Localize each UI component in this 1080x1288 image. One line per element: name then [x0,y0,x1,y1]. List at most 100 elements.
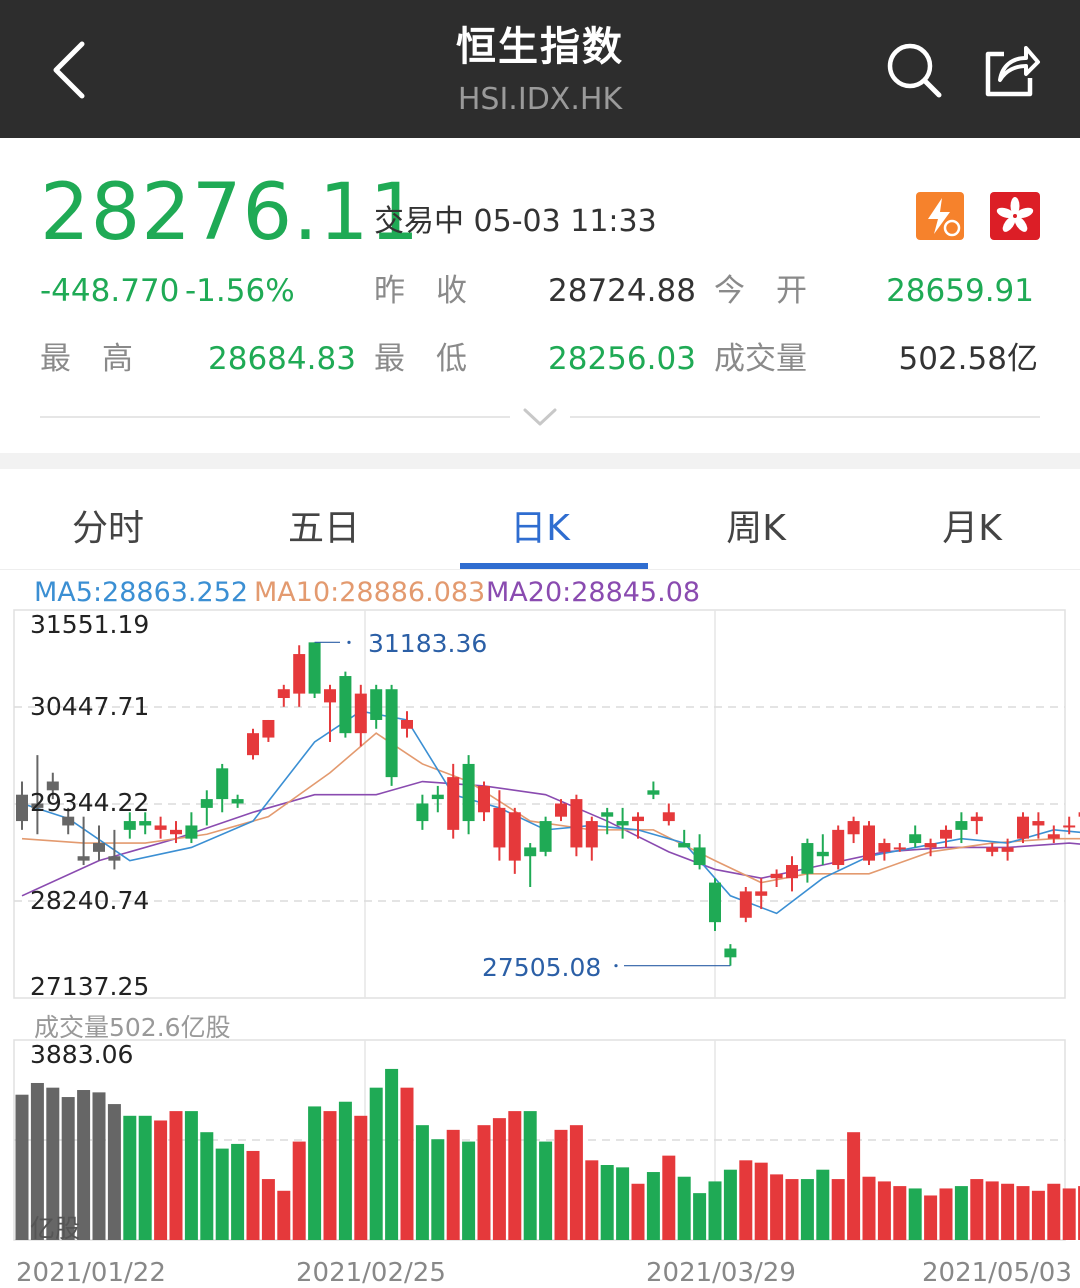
kline-chart[interactable] [0,600,1080,1288]
tab-monthly-k[interactable]: 月K [864,499,1080,551]
volume-bar [231,1143,245,1240]
trading-status: 交易中 05-03 11:33 [374,204,657,239]
candle-body [493,807,506,848]
candle-body [416,803,429,822]
volume-bar [847,1132,861,1240]
y-tick-label: 31551.19 [30,610,150,639]
volume-unit-label: 亿股 [30,1214,81,1243]
volume-bar [770,1174,784,1240]
max-annotation-dot [347,640,351,644]
candle-body [185,825,198,839]
volume-bar [877,1181,891,1240]
lightning-refresh-icon[interactable] [916,192,964,240]
volume-bar [631,1183,645,1240]
volume-bar [708,1181,722,1240]
candle-body [354,693,367,734]
volume-bar [123,1115,137,1240]
candle-body [216,768,229,800]
candle-body [16,794,28,822]
volume-bar [1016,1186,1030,1240]
volume-bar [723,1169,737,1240]
date-label: 2021/05/03 [922,1258,1072,1288]
ma10-line [21,732,1080,884]
volume-bar [354,1115,368,1240]
candle-body [1017,816,1029,839]
candle-body [616,821,629,826]
volume-bar [261,1179,275,1240]
volume-bar [400,1087,414,1240]
volume-bar [107,1104,121,1240]
share-icon[interactable] [980,38,1042,100]
volume-bar [523,1111,537,1240]
volume-bar [446,1129,460,1240]
volume-bar [646,1172,660,1240]
candle-body [123,821,136,830]
active-tab-indicator [460,563,648,569]
volume-bar [908,1188,922,1240]
candle-body [801,843,814,874]
volume-bar [200,1132,214,1240]
y-tick-label: 29344.22 [30,788,150,817]
candle-body [339,676,352,734]
tab-five-day[interactable]: 五日 [216,499,432,551]
candle-body [1047,834,1060,839]
candle-body [585,821,598,848]
volume-bar [323,1111,337,1240]
high-label: 最 高 [40,341,133,377]
top-bar: 恒生指数 HSI.IDX.HK [0,0,1080,138]
candle-body [940,829,952,839]
candle-body [277,689,290,699]
volume-bar [693,1193,707,1240]
chevron-down-icon[interactable] [522,406,558,428]
candle-body [293,654,306,694]
prev-close-value: 28724.88 [548,273,696,309]
volume-bar [308,1106,322,1240]
divider-left [40,416,510,418]
period-tabs: 分时 五日 日K 周K 月K [0,469,1080,570]
change-percent: -1.56% [185,273,295,309]
candle-body [893,847,906,850]
volume-bar [939,1188,953,1240]
quote-panel: 28276.11 交易中 05-03 11:33 -448.770 -1.56%… [0,138,1080,453]
tab-daily-k[interactable]: 日K [432,499,648,551]
volume-bar [385,1068,399,1240]
candle-body [170,829,182,835]
candle-body [508,812,521,861]
candle-body [93,843,105,852]
current-price: 28276.11 [40,168,421,258]
volume-bar [616,1167,630,1240]
volume-bar [369,1087,383,1240]
tab-intraday[interactable]: 分时 [0,499,216,551]
volume-label: 成交量 [714,341,807,377]
low-value: 28256.03 [548,341,696,377]
change-value: -448.770 [40,273,180,309]
volume-bar [600,1165,614,1240]
candle-body [1001,847,1014,852]
candle-body [231,799,244,804]
volume-bar [862,1176,876,1240]
candle-body [786,865,798,879]
search-icon[interactable] [884,40,944,100]
candle-body [832,829,845,866]
volume-bar [677,1176,691,1240]
candle-body [108,856,121,861]
candle-body [970,816,983,822]
candle-body [724,948,737,958]
volume-bar [246,1150,260,1240]
candle-body [678,843,691,848]
volume-bar [800,1179,814,1240]
volume-bar [1031,1190,1045,1240]
candle-body [1032,821,1045,826]
volume-bar [169,1111,183,1240]
volume-bar [1047,1183,1061,1240]
volume-bar [924,1195,938,1240]
candle-body [62,816,75,826]
candle-body [1063,825,1076,828]
volume-bar [1001,1183,1015,1240]
candle-body [924,843,937,848]
volume-value: 502.58亿 [898,341,1038,377]
candle-body [878,843,891,852]
volume-bar [754,1162,768,1240]
candle-body [570,799,583,848]
tab-weekly-k[interactable]: 周K [648,499,864,551]
